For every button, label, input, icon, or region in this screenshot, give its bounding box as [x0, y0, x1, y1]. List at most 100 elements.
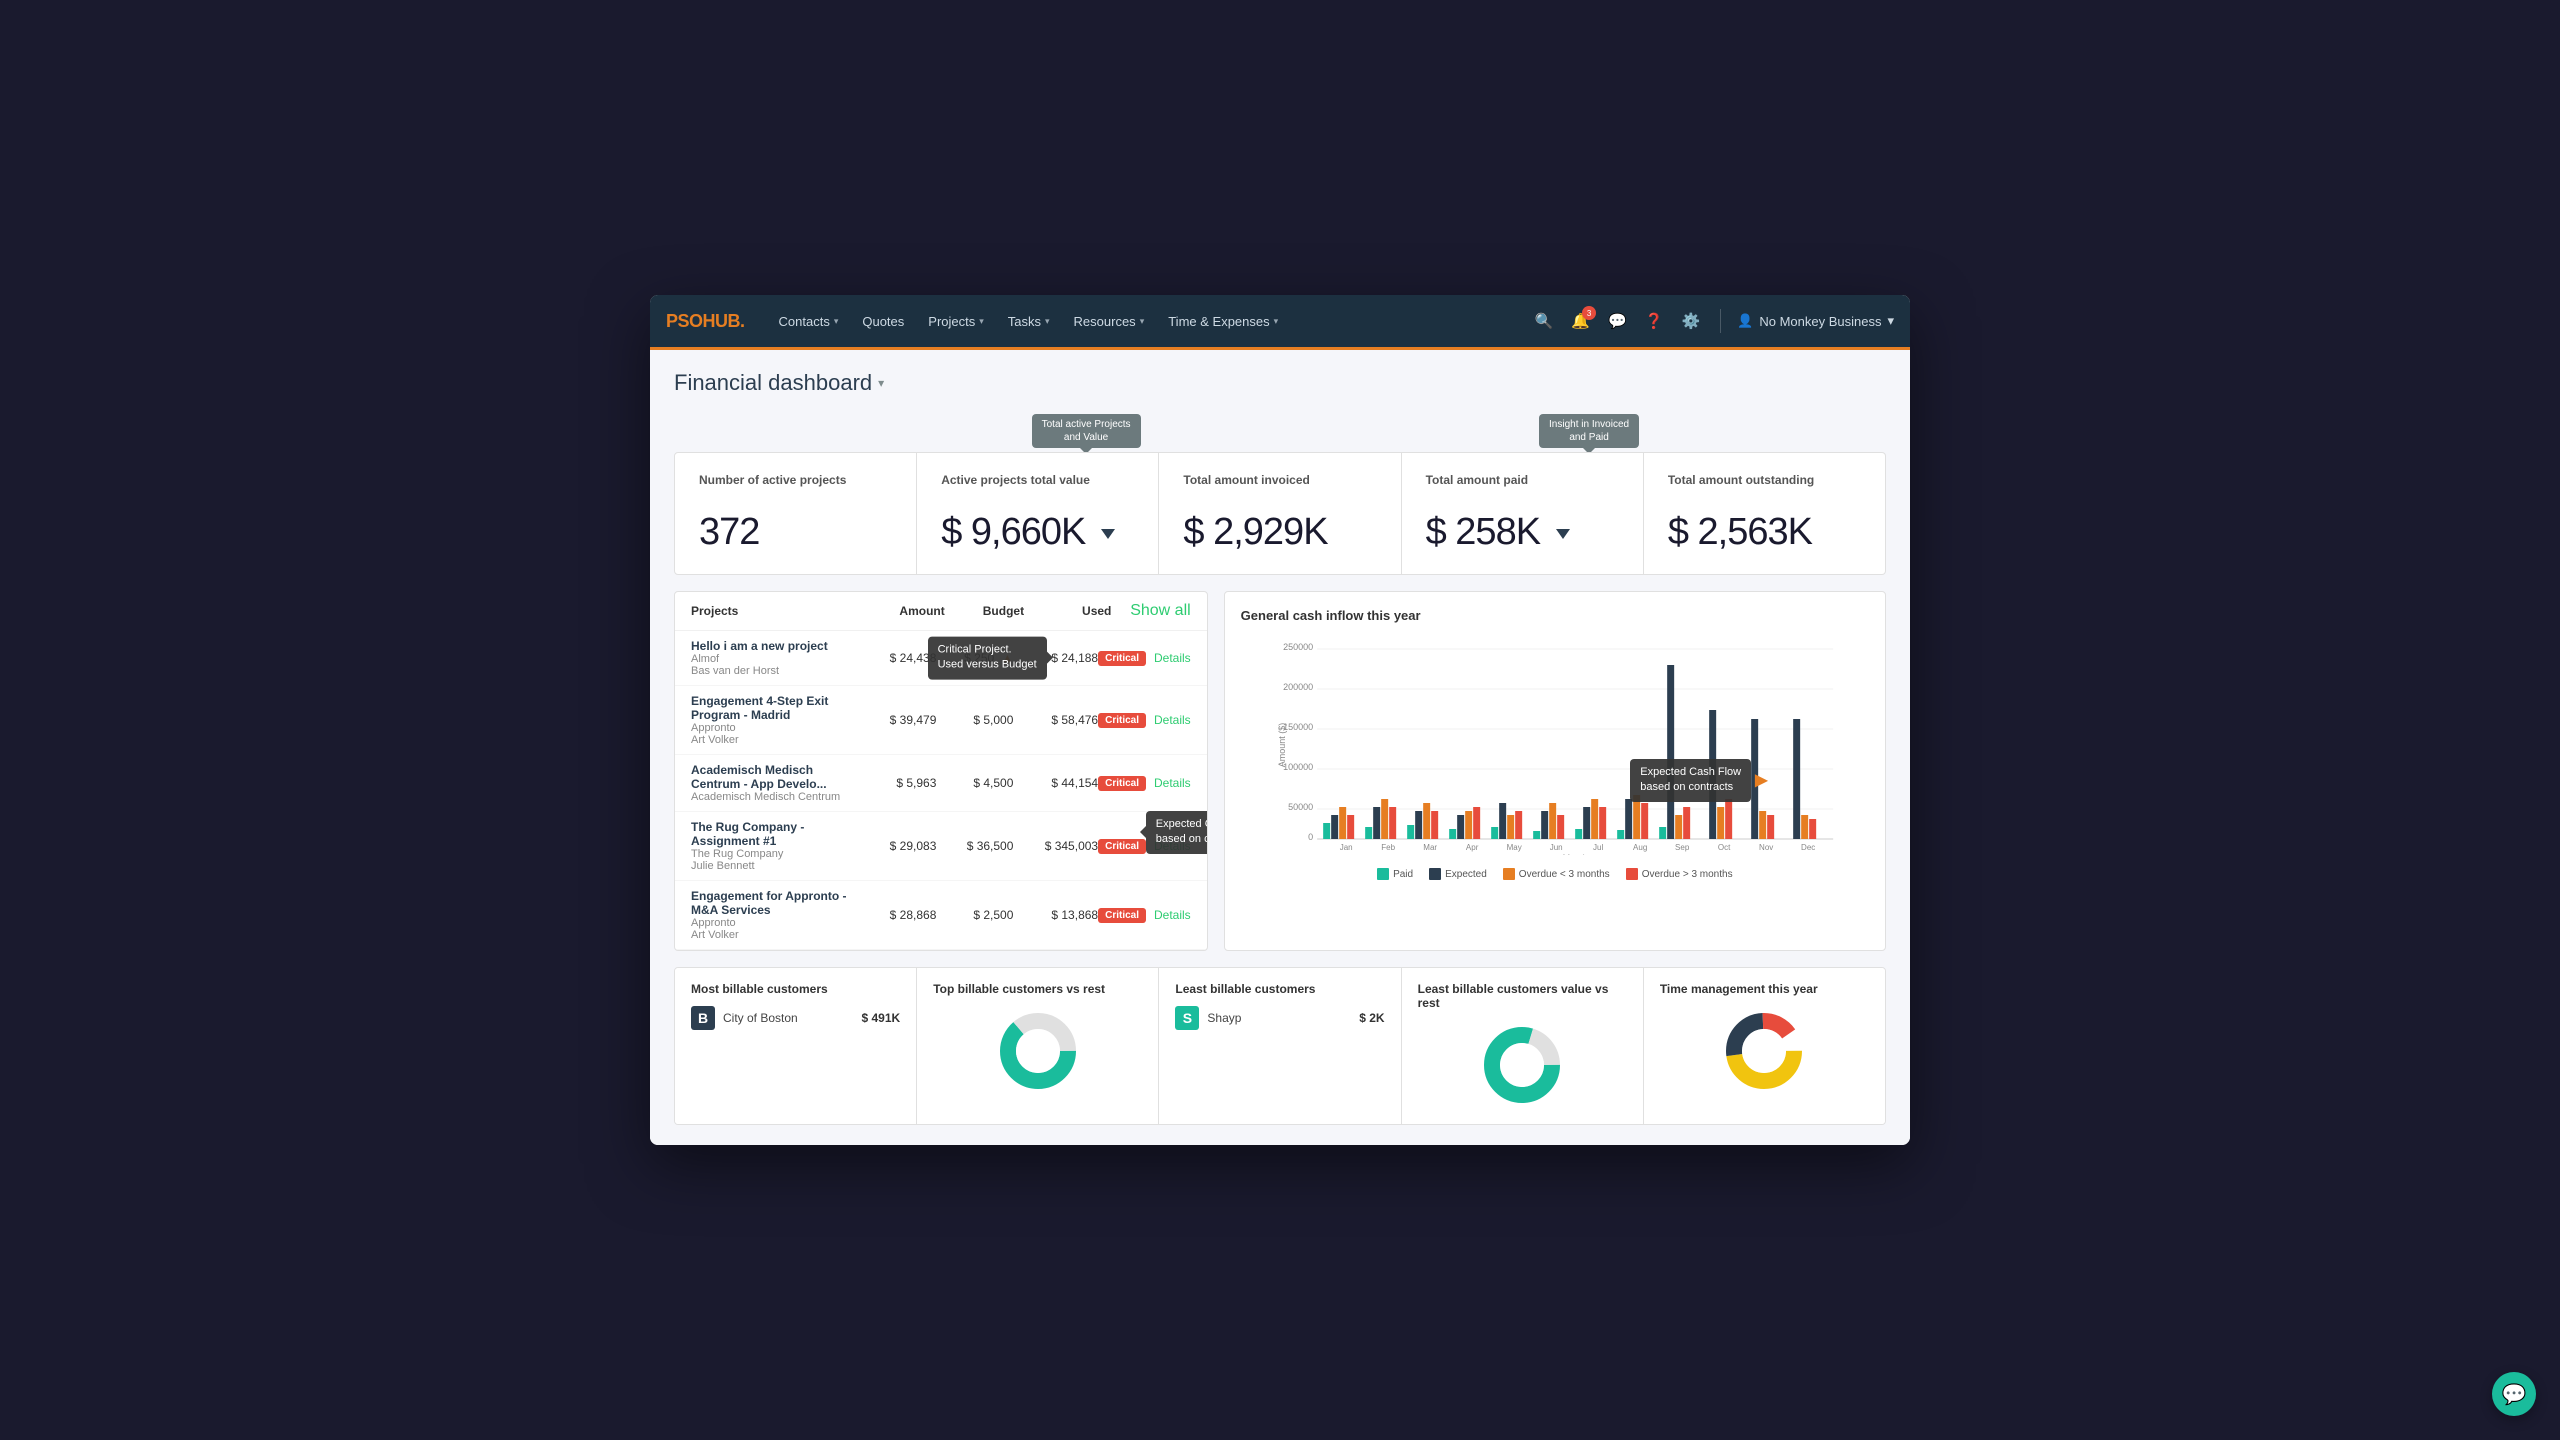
project-used: $ 345,003 — [1021, 839, 1098, 853]
navbar: PSOHUB. Contacts ▾ Quotes Projects ▾ Tas… — [650, 295, 1910, 347]
logo-pso: PSO — [666, 311, 703, 331]
chart-panel: General cash inflow this year 250000 200… — [1224, 591, 1886, 951]
customer-row: B City of Boston $ 491K — [691, 1006, 900, 1030]
table-row: The Rug Company - Assignment #1 The Rug … — [675, 812, 1207, 881]
nav-icons: 🔍 🔔3 💬 ❓ ⚙️ 👤 No Monkey Business ▾ — [1531, 308, 1894, 334]
kpi-value-4: $ 2,563K — [1668, 511, 1861, 554]
project-client: The Rug Company — [691, 848, 860, 860]
card-least-billable-vs-rest: Least billable customers value vs rest — [1402, 968, 1644, 1124]
card-most-billable: Most billable customers B City of Boston… — [675, 968, 917, 1124]
chat-bubble-button[interactable]: 💬 — [2492, 1372, 2536, 1416]
chart-area: 250000 200000 150000 100000 50000 0 Amou… — [1241, 635, 1869, 860]
project-name: Hello i am a new project — [691, 639, 860, 653]
details-link[interactable]: Details — [1154, 713, 1191, 727]
svg-text:Amount ($): Amount ($) — [1277, 723, 1287, 768]
bar-chart-svg: 250000 200000 150000 100000 50000 0 Amou… — [1241, 635, 1869, 855]
project-info: Academisch Medisch Centrum - App Develo.… — [691, 763, 860, 803]
details-link[interactable]: Details — [1154, 908, 1191, 922]
legend-dot-overdue-gt3 — [1626, 868, 1638, 880]
critical-badge: Critical — [1098, 839, 1146, 854]
card-title-most-billable: Most billable customers — [691, 982, 900, 996]
project-amount: $ 39,479 — [860, 713, 945, 727]
indicator-down-icon — [1556, 529, 1570, 539]
nav-projects[interactable]: Projects ▾ — [918, 308, 994, 335]
project-actions: Critical Details — [1098, 651, 1191, 666]
kpi-label-2: Total amount invoiced — [1183, 473, 1376, 487]
nav-quotes[interactable]: Quotes — [852, 308, 914, 335]
kpi-active-projects: Number of active projects 372 — [674, 452, 917, 575]
legend-paid: Paid — [1377, 868, 1413, 880]
project-name: The Rug Company - Assignment #1 — [691, 820, 860, 848]
donut-svg — [1482, 1025, 1562, 1105]
critical-badge: Critical — [1098, 651, 1146, 666]
project-amount: $ 5,963 — [860, 776, 945, 790]
project-budget: $ 250 ▲ — [944, 651, 1021, 665]
chevron-down-icon: ▾ — [979, 316, 984, 327]
svg-text:Jan: Jan — [1339, 843, 1352, 852]
app-logo[interactable]: PSOHUB. — [666, 311, 745, 332]
card-title-least-vs-rest: Least billable customers value vs rest — [1418, 982, 1627, 1010]
user-menu[interactable]: 👤 No Monkey Business ▾ — [1737, 313, 1894, 329]
projects-panel: Projects Amount Budget Used Show all Hel… — [674, 591, 1208, 951]
project-amount: $ 24,438 — [860, 651, 945, 665]
col-header-amount: Amount — [865, 604, 952, 618]
svg-text:200000: 200000 — [1283, 682, 1313, 692]
expected-cashflow-tooltip-area: Expected Cash Flowbased on contracts ▶ — [1630, 759, 1767, 802]
settings-button[interactable]: ⚙️ — [1677, 308, 1704, 334]
project-info: Engagement 4-Step Exit Program - Madrid … — [691, 694, 860, 746]
chevron-down-icon: ▾ — [1274, 316, 1279, 327]
project-actions: Critical Details — [1098, 908, 1191, 923]
svg-text:Feb: Feb — [1381, 843, 1395, 852]
show-all-link[interactable]: Show all — [1111, 602, 1190, 620]
donut-chart-time — [1660, 1006, 1869, 1096]
svg-text:50000: 50000 — [1288, 802, 1313, 812]
legend-overdue-gt3: Overdue > 3 months — [1626, 868, 1733, 880]
svg-text:Nov: Nov — [1759, 843, 1773, 852]
search-button[interactable]: 🔍 — [1531, 308, 1558, 334]
donut-svg — [1724, 1011, 1804, 1091]
notifications-button[interactable]: 🔔3 — [1567, 308, 1594, 334]
table-row: Engagement 4-Step Exit Program - Madrid … — [675, 686, 1207, 755]
details-link[interactable]: Details — [1154, 651, 1191, 665]
svg-text:Dec: Dec — [1801, 843, 1815, 852]
tooltip-total-active: Total active Projectsand Value — [1032, 414, 1141, 448]
legend-dot-expected — [1429, 868, 1441, 880]
project-info: Hello i am a new project Almof Bas van d… — [691, 639, 860, 677]
table-row: Hello i am a new project Almof Bas van d… — [675, 631, 1207, 686]
tooltip-invoiced-paid: Insight in Invoicedand Paid — [1539, 414, 1639, 448]
browser-window: PSOHUB. Contacts ▾ Quotes Projects ▾ Tas… — [650, 295, 1910, 1145]
project-manager: Bas van der Horst — [691, 665, 860, 677]
card-title-time-mgmt: Time management this year — [1660, 982, 1869, 996]
table-row: Engagement for Appronto - M&A Services A… — [675, 881, 1207, 950]
project-info: Engagement for Appronto - M&A Services A… — [691, 889, 860, 941]
logo-hub: HUB. — [703, 311, 745, 331]
chevron-down-icon: ▾ — [1140, 316, 1145, 327]
help-button[interactable]: ❓ — [1641, 308, 1668, 334]
details-link[interactable]: Details — [1154, 776, 1191, 790]
critical-badge: Critical — [1098, 908, 1146, 923]
nav-resources[interactable]: Resources ▾ — [1064, 308, 1155, 335]
kpi-total-value: Active projects total value $ 9,660K — [917, 452, 1159, 575]
kpi-total-invoiced: Total amount invoiced $ 2,929K — [1159, 452, 1401, 575]
customer-value: $ 491K — [862, 1011, 901, 1025]
chevron-down-icon: ▾ — [1887, 313, 1894, 329]
critical-badge: Critical — [1098, 713, 1146, 728]
messages-button[interactable]: 💬 — [1604, 308, 1631, 334]
legend-dot-overdue-lt3 — [1503, 868, 1515, 880]
page-title-dropdown-icon[interactable]: ▾ — [878, 376, 884, 390]
nav-tasks[interactable]: Tasks ▾ — [998, 308, 1060, 335]
svg-text:100000: 100000 — [1283, 762, 1313, 772]
nav-contacts[interactable]: Contacts ▾ — [769, 308, 849, 335]
chart-title: General cash inflow this year — [1241, 608, 1869, 623]
svg-text:Jun: Jun — [1549, 843, 1562, 852]
project-manager: Julie Bennett — [691, 860, 860, 872]
card-least-billable: Least billable customers S Shayp $ 2K — [1159, 968, 1401, 1124]
project-amount: $ 28,868 — [860, 908, 945, 922]
col-header-used: Used — [1032, 604, 1111, 618]
kpi-label-1: Active projects total value — [941, 473, 1134, 487]
card-time-management: Time management this year — [1644, 968, 1885, 1124]
project-name: Engagement 4-Step Exit Program - Madrid — [691, 694, 860, 722]
nav-time-expenses[interactable]: Time & Expenses ▾ — [1158, 308, 1288, 335]
details-link[interactable]: Details — [1154, 839, 1191, 853]
kpi-value-0: 372 — [699, 511, 892, 554]
